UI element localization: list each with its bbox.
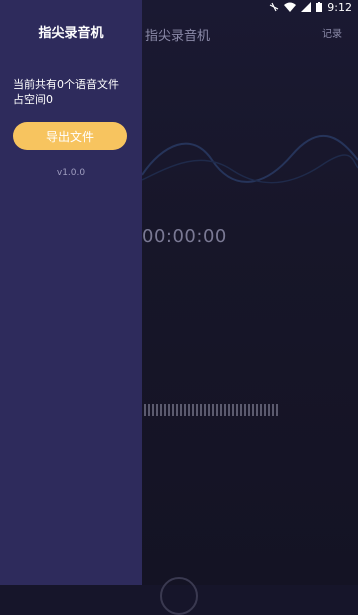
level-segment — [240, 404, 242, 416]
level-segment — [200, 404, 202, 416]
space-used-text: 占空间0 — [13, 93, 53, 106]
storage-info: 当前共有0个语音文件 占空间0 — [13, 77, 133, 107]
level-segment — [256, 404, 258, 416]
level-segment — [156, 404, 158, 416]
level-segment — [176, 404, 178, 416]
drawer-title: 指尖录音机 — [38, 26, 104, 41]
level-segment — [180, 404, 182, 416]
battery-icon — [316, 2, 323, 12]
level-segment — [264, 404, 266, 416]
vibrate-icon — [269, 2, 279, 12]
signal-icon — [301, 2, 312, 12]
wave-line — [142, 134, 358, 183]
recording-timer: 00:00:00 — [142, 226, 227, 247]
level-segment — [224, 404, 226, 416]
level-segment — [212, 404, 214, 416]
export-files-button[interactable]: 导出文件 — [13, 122, 127, 150]
file-count-text: 当前共有0个语音文件 — [13, 78, 119, 91]
main-title: 指尖录音机 — [145, 29, 211, 44]
level-segment — [168, 404, 170, 416]
wifi-icon — [284, 2, 297, 12]
clock-time: 9:12 — [327, 0, 352, 14]
level-segment — [144, 404, 146, 416]
level-segment — [248, 404, 250, 416]
level-segment — [232, 404, 234, 416]
level-segment — [172, 404, 174, 416]
level-segment — [192, 404, 194, 416]
level-segment — [152, 404, 154, 416]
level-segment — [204, 404, 206, 416]
status-bar: 9:12 — [269, 0, 358, 14]
waveform-graphic — [142, 134, 358, 184]
level-segment — [164, 404, 166, 416]
level-segment — [220, 404, 222, 416]
records-link[interactable]: 记录 — [322, 25, 342, 40]
level-segment — [188, 404, 190, 416]
level-segment — [276, 404, 278, 416]
level-meter — [144, 404, 278, 416]
level-segment — [228, 404, 230, 416]
level-segment — [196, 404, 198, 416]
wave-line-2 — [142, 154, 358, 184]
navigation-drawer: 指尖录音机 当前共有0个语音文件 占空间0 导出文件 v1.0.0 — [0, 0, 142, 585]
level-segment — [184, 404, 186, 416]
version-label: v1.0.0 — [56, 168, 86, 178]
level-segment — [260, 404, 262, 416]
level-segment — [208, 404, 210, 416]
level-segment — [268, 404, 270, 416]
level-segment — [216, 404, 218, 416]
record-button[interactable] — [160, 577, 198, 615]
level-segment — [244, 404, 246, 416]
level-segment — [148, 404, 150, 416]
level-segment — [252, 404, 254, 416]
level-segment — [236, 404, 238, 416]
level-segment — [272, 404, 274, 416]
level-segment — [160, 404, 162, 416]
